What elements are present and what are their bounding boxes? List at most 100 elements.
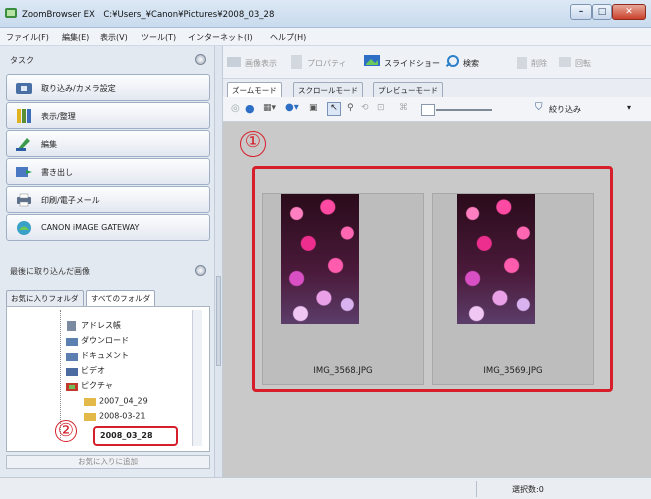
collapse-icon[interactable] (195, 54, 206, 65)
tab-preview-mode[interactable]: プレビューモード (373, 82, 443, 97)
thumbnail-size-icon[interactable]: ▦▾ (263, 103, 276, 113)
export-icon (16, 167, 32, 177)
task-print-email[interactable]: 印刷/電子メール (6, 186, 210, 213)
printer-icon (17, 193, 31, 207)
tree-scrollbar[interactable] (192, 310, 202, 446)
task-label: 取り込み/カメラ設定 (41, 84, 116, 93)
task-header-label: タスク (10, 56, 34, 65)
tree-item-label: ドキュメント (81, 351, 129, 360)
address-book-icon (67, 320, 76, 331)
slideshow-button[interactable]: スライドショー (384, 58, 440, 69)
delete-button[interactable]: 削除 (531, 58, 547, 69)
gateway-icon (17, 221, 31, 235)
tree-item-videos[interactable]: ビデオ (66, 365, 105, 379)
title-bar: ZoomBrowser EX C:¥Users_¥Canon¥Pictures¥… (0, 0, 651, 28)
selection-highlight-box (252, 166, 613, 392)
menu-internet[interactable]: インターネット(I) (188, 32, 253, 43)
fit-icon[interactable]: ⊡ (377, 103, 385, 113)
selected-count: 選択数:0 (512, 485, 544, 494)
task-edit[interactable]: 編集 (6, 130, 210, 157)
tree-item-documents[interactable]: ドキュメント (66, 350, 129, 364)
search-icon (445, 55, 459, 68)
menu-edit[interactable]: 編集(E) (62, 32, 89, 43)
task-export[interactable]: 書き出し (6, 158, 210, 185)
status-bar: 選択数:0 (0, 477, 651, 499)
tree-item-label: 2008-03-21 (99, 411, 146, 421)
display-options-icon[interactable]: ●▾ (285, 102, 299, 113)
rotate-icon (559, 57, 571, 67)
tab-favorite-folders[interactable]: お気に入りフォルダ (6, 290, 84, 306)
task-label: CANON iMAGE GATEWAY (41, 223, 140, 232)
folder-highlight-box (93, 426, 178, 446)
tree-item-2007-04-29[interactable]: 2007_04_29 (84, 396, 148, 410)
slideshow-icon (364, 55, 380, 66)
camera-import-icon (16, 83, 32, 94)
pointer-tool-icon[interactable]: ↖ (327, 102, 341, 116)
tab-label: お気に入りフォルダ (11, 294, 79, 303)
zoom-icon[interactable]: ⚲ (347, 103, 354, 113)
tree-item-label: 2007_04_29 (99, 396, 148, 406)
panel-splitter[interactable] (214, 46, 223, 477)
splitter-grip[interactable] (216, 276, 221, 366)
properties-button[interactable]: プロパティ (307, 58, 347, 69)
properties-icon (291, 55, 302, 69)
menu-view[interactable]: 表示(V) (100, 32, 128, 43)
back-icon[interactable]: ◎ (231, 103, 240, 114)
tree-item-downloads[interactable]: ダウンロード (66, 335, 129, 349)
task-canon-image-gateway[interactable]: CANON iMAGE GATEWAY (6, 214, 210, 241)
menu-help[interactable]: ヘルプ(H) (270, 32, 306, 43)
tree-item-address-book[interactable]: アドレス帳 (66, 320, 121, 334)
info-icon[interactable]: ● (245, 102, 255, 115)
browse-button[interactable]: 画像表示 (245, 58, 277, 69)
menu-bar: ファイル(F) 編集(E) 表示(V) ツール(T) インターネット(I) ヘル… (0, 28, 651, 46)
tab-all-folders[interactable]: すべてのフォルダ (86, 290, 156, 306)
compare-icon[interactable]: ⌘ (399, 103, 408, 113)
status-divider (476, 481, 477, 497)
close-icon: ✕ (625, 7, 633, 17)
minimize-button[interactable]: – (570, 4, 592, 20)
select-all-icon[interactable]: ▣ (309, 103, 318, 113)
delete-icon (517, 57, 527, 69)
folder-icon (84, 413, 96, 421)
folder-icon (66, 352, 78, 361)
filter-icon[interactable]: ⛉ (535, 102, 543, 113)
tab-label: ズームモード (232, 86, 277, 95)
search-button[interactable]: 検索 (463, 58, 479, 69)
edit-icon (16, 138, 30, 151)
slider-handle[interactable] (421, 104, 435, 116)
thumbnail-size-slider[interactable] (436, 109, 492, 111)
close-button[interactable]: ✕ (612, 4, 646, 20)
add-favorite-button[interactable]: お気に入りに追加 (6, 455, 210, 469)
folder-icon (84, 398, 96, 406)
filter-button[interactable]: 絞り込み (549, 104, 581, 115)
chevron-down-icon[interactable]: ▾ (627, 103, 631, 112)
rotate-button[interactable]: 回転 (575, 58, 591, 69)
tab-label: すべてのフォルダ (91, 294, 151, 303)
expand-icon[interactable] (195, 265, 206, 276)
tree-item-label: ピクチャ (81, 381, 113, 390)
tab-zoom-mode[interactable]: ズームモード (227, 82, 282, 97)
task-label: 書き出し (41, 168, 73, 177)
add-favorite-label: お気に入りに追加 (78, 457, 138, 466)
tree-item-pictures[interactable]: ピクチャ (66, 380, 113, 394)
rotate-view-icon[interactable]: ⟲ (361, 103, 369, 113)
folder-icon (66, 337, 78, 346)
task-import-camera[interactable]: 取り込み/カメラ設定 (6, 74, 210, 101)
tree-item-label: アドレス帳 (81, 321, 121, 330)
tree-item-label: ビデオ (81, 366, 105, 375)
maximize-button[interactable]: □ (592, 4, 612, 20)
tab-label: スクロールモード (298, 86, 358, 95)
task-view-organize[interactable]: 表示/整理 (6, 102, 210, 129)
task-panel-header: タスク (4, 52, 210, 68)
tab-label: プレビューモード (378, 86, 438, 95)
view-tools-bar: ◎ ● ▦▾ ●▾ ▣ ↖ ⚲ ⟲ ⊡ ⌘ ⛉ 絞り込み ▾ (223, 97, 651, 122)
tree-item-2008-03-21[interactable]: 2008-03-21 (84, 411, 146, 425)
zoombrowser-app-icon (5, 8, 17, 18)
recent-import-header: 最後に取り込んだ画像 (4, 263, 210, 279)
main-toolbar: 画像表示 プロパティ スライドショー 検索 削除 回転 (223, 46, 651, 79)
menu-file[interactable]: ファイル(F) (6, 32, 49, 43)
tab-scroll-mode[interactable]: スクロールモード (293, 82, 363, 97)
video-folder-icon (66, 367, 78, 376)
menu-tools[interactable]: ツール(T) (141, 32, 176, 43)
task-label: 印刷/電子メール (41, 196, 100, 205)
